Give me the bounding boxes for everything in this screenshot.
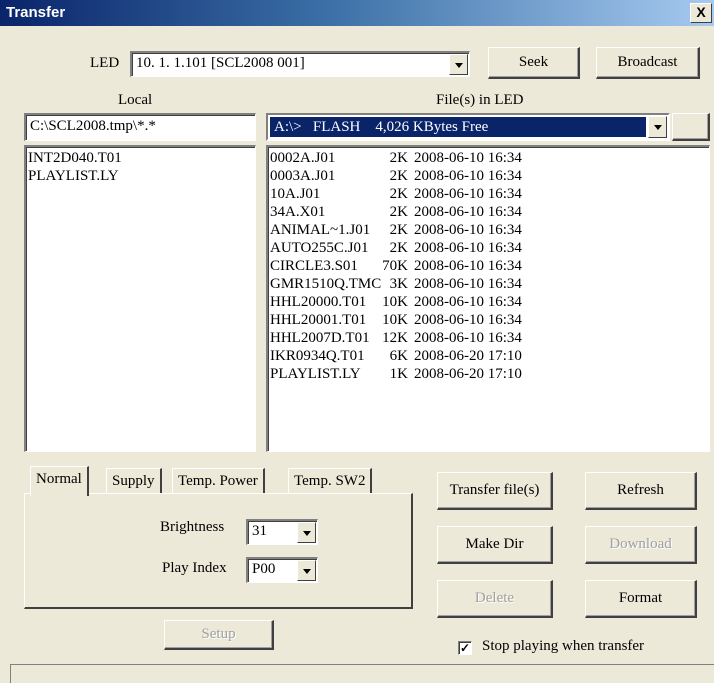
file-row[interactable]: HHL20000.T01 10K 2008-06-10 16:34	[268, 293, 709, 311]
file-row[interactable]: HHL20001.T01 10K 2008-06-10 16:34	[268, 311, 709, 329]
tab-panel-normal	[24, 493, 413, 609]
brightness-select[interactable]: 31	[246, 519, 318, 545]
file-date: 2008-06-10 16:34	[414, 150, 522, 166]
file-size: 2K	[389, 240, 408, 256]
chevron-down-icon[interactable]	[297, 560, 316, 581]
refresh-button[interactable]: Refresh	[585, 472, 697, 510]
delete-button[interactable]: Delete	[437, 580, 553, 618]
play-index-select[interactable]: P00	[246, 557, 318, 583]
file-date: 2008-06-20 17:10	[414, 366, 522, 382]
file-date: 2008-06-10 16:34	[414, 186, 522, 202]
setup-button[interactable]: Setup	[164, 620, 274, 650]
file-date: 2008-06-10 16:34	[414, 222, 522, 238]
transfer-files-button[interactable]: Transfer file(s)	[437, 472, 553, 510]
close-button[interactable]: X	[690, 3, 712, 23]
file-size: 3K	[389, 276, 408, 292]
brightness-value: 31	[252, 523, 267, 539]
file-size: 10K	[382, 294, 408, 310]
drive-combo-value: A:\> FLASH 4,026 KBytes Free	[270, 117, 646, 137]
broadcast-button[interactable]: Broadcast	[596, 47, 700, 79]
tab-temp-sw2[interactable]: Temp. SW2	[288, 468, 373, 494]
file-date: 2008-06-10 16:34	[414, 330, 522, 346]
led-combo[interactable]: 10. 1. 1.101 [SCL2008 001]	[130, 51, 470, 77]
file-date: 2008-06-10 16:34	[414, 168, 522, 184]
chevron-down-icon[interactable]	[449, 54, 468, 75]
file-size: 6K	[389, 348, 408, 364]
drive-combo[interactable]: A:\> FLASH 4,026 KBytes Free	[266, 113, 670, 141]
file-size: 70K	[382, 258, 408, 274]
brightness-label: Brightness	[160, 519, 225, 535]
led-combo-value: 10. 1. 1.101 [SCL2008 001]	[136, 55, 305, 71]
remote-header: File(s) in LED	[436, 92, 524, 108]
file-row[interactable]: PLAYLIST.LY 1K 2008-06-20 17:10	[268, 365, 709, 383]
chevron-down-icon[interactable]	[297, 522, 316, 543]
file-size: 1K	[389, 366, 408, 382]
play-index-value: P00	[252, 561, 276, 577]
file-row[interactable]: 34A.X01 2K 2008-06-10 16:34	[268, 203, 709, 221]
file-row[interactable]: HHL2007D.T01 12K 2008-06-10 16:34	[268, 329, 709, 347]
file-date: 2008-06-10 16:34	[414, 240, 522, 256]
tab-normal[interactable]: Normal	[30, 466, 89, 496]
led-label: LED	[90, 55, 120, 71]
file-row[interactable]: CIRCLE3.S01 70K 2008-06-10 16:34	[268, 257, 709, 275]
file-row[interactable]: 0003A.J01 2K 2008-06-10 16:34	[268, 167, 709, 185]
local-file-list[interactable]: INT2D040.T01 PLAYLIST.LY	[24, 145, 256, 452]
play-index-label: Play Index	[162, 560, 227, 576]
window-title: Transfer	[6, 4, 66, 21]
file-date: 2008-06-10 16:34	[414, 294, 522, 310]
file-row[interactable]: 0002A.J01 2K 2008-06-10 16:34	[268, 149, 709, 167]
file-size: 2K	[389, 168, 408, 184]
local-path-input[interactable]: C:\SCL2008.tmp\*.*	[24, 113, 256, 141]
file-row[interactable]: 10A.J01 2K 2008-06-10 16:34	[268, 185, 709, 203]
tab-supply[interactable]: Supply	[106, 468, 162, 494]
file-size: 10K	[382, 312, 408, 328]
file-date: 2008-06-10 16:34	[414, 276, 522, 292]
drive-extra-button[interactable]	[672, 113, 710, 141]
file-date: 2008-06-20 17:10	[414, 348, 522, 364]
file-date: 2008-06-10 16:34	[414, 204, 522, 220]
status-bar	[10, 664, 714, 683]
stop-playing-checkbox[interactable]: ✓	[458, 641, 472, 655]
list-item[interactable]: PLAYLIST.LY	[26, 167, 255, 185]
file-date: 2008-06-10 16:34	[414, 312, 522, 328]
format-button[interactable]: Format	[585, 580, 697, 618]
make-dir-button[interactable]: Make Dir	[437, 526, 553, 564]
stop-playing-label: Stop playing when transfer	[482, 638, 645, 654]
file-date: 2008-06-10 16:34	[414, 258, 522, 274]
file-row[interactable]: ANIMAL~1.J01 2K 2008-06-10 16:34	[268, 221, 709, 239]
title-bar[interactable]	[0, 0, 714, 26]
file-size: 2K	[389, 150, 408, 166]
file-size: 2K	[389, 204, 408, 220]
file-size: 12K	[382, 330, 408, 346]
local-header: Local	[118, 92, 153, 108]
list-item[interactable]: INT2D040.T01	[26, 149, 255, 167]
file-row[interactable]: AUTO255C.J01 2K 2008-06-10 16:34	[268, 239, 709, 257]
file-row[interactable]: IKR0934Q.T01 6K 2008-06-20 17:10	[268, 347, 709, 365]
local-path-value: C:\SCL2008.tmp\*.*	[30, 118, 156, 134]
led-file-list[interactable]: 0002A.J01 2K 2008-06-10 16:34 0003A.J01 2K 20…	[266, 145, 710, 452]
seek-button[interactable]: Seek	[488, 47, 580, 79]
file-row[interactable]: GMR1510Q.TMC 3K 2008-06-10 16:34	[268, 275, 709, 293]
download-button[interactable]: Download	[585, 526, 697, 564]
tab-temp-power[interactable]: Temp. Power	[172, 468, 265, 494]
chevron-down-icon[interactable]	[648, 116, 667, 138]
file-size: 2K	[389, 186, 408, 202]
file-size: 2K	[389, 222, 408, 238]
